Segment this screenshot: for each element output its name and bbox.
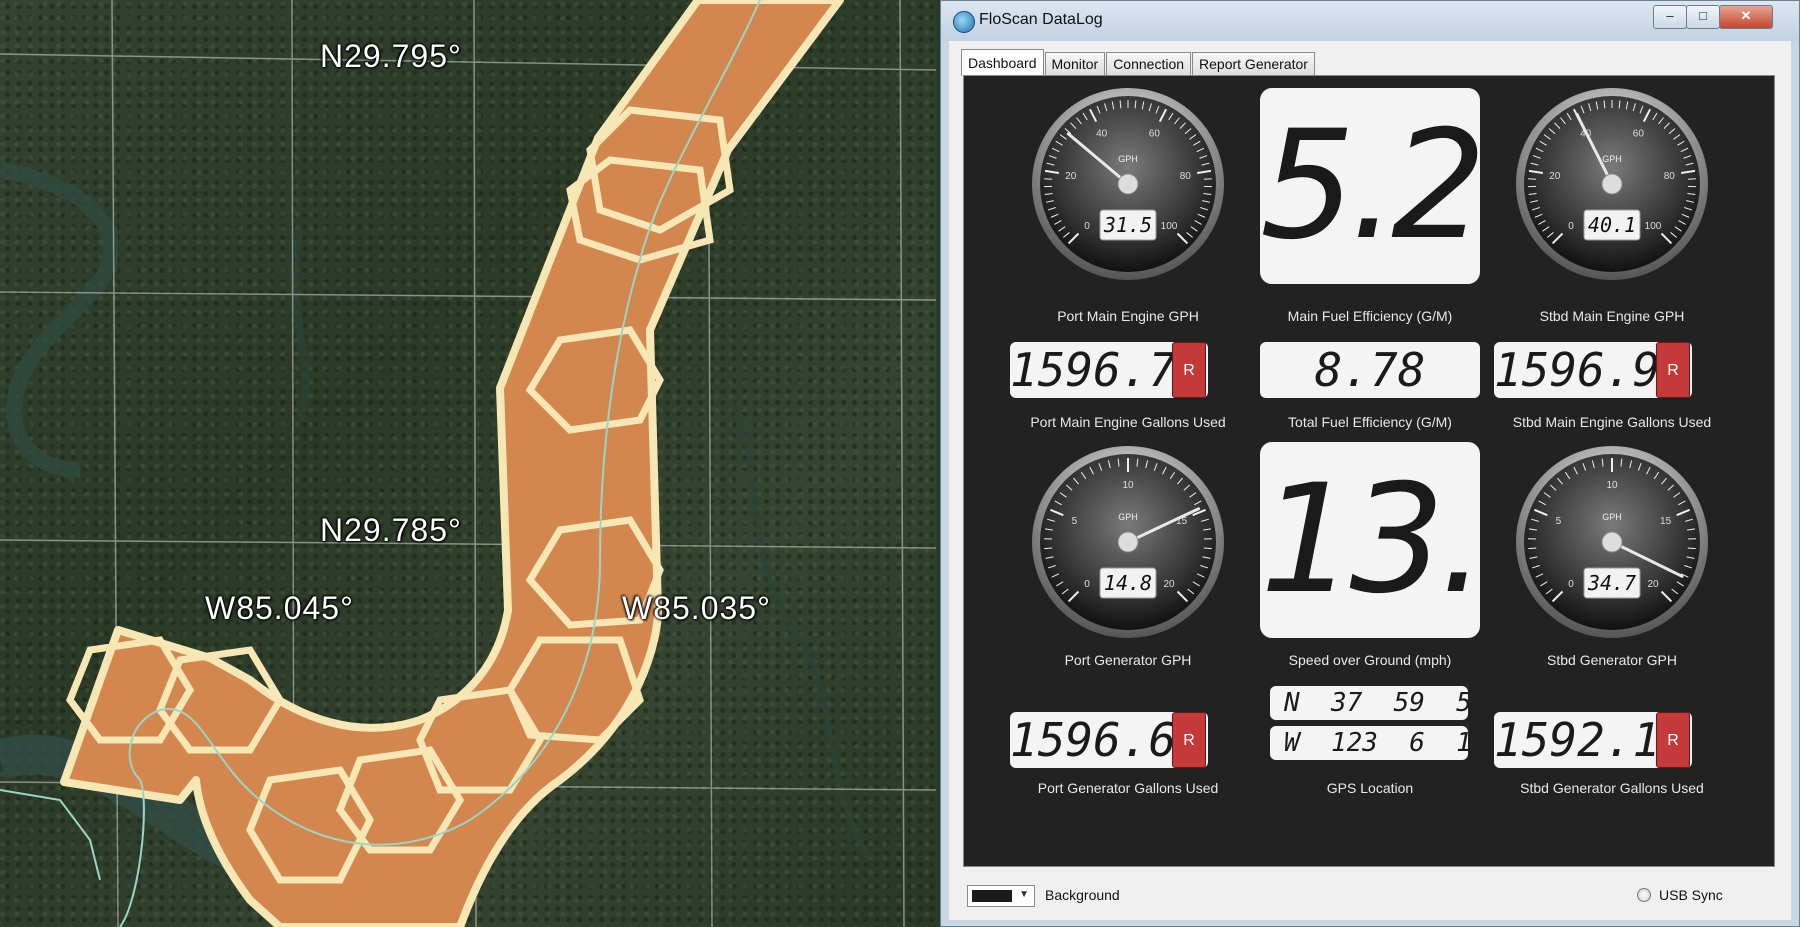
stbd-generator-gallons-label: Stbd Generator Gallons Used xyxy=(1520,780,1704,796)
gauge-unit-label: GPH xyxy=(1118,154,1138,164)
gauge-tick-label: 20 xyxy=(1647,579,1659,590)
background-label: Background xyxy=(1045,887,1120,903)
gauge-tick xyxy=(1044,547,1053,550)
gps-location-label: GPS Location xyxy=(1326,780,1414,796)
longitude-label-left: W85.045° xyxy=(205,590,354,626)
gauge-unit-label: GPH xyxy=(1118,512,1138,522)
gauge-tick-label: 20 xyxy=(1163,579,1175,590)
gauge-readout-value: 14.8 xyxy=(1104,571,1152,595)
stbd-main-engine-gauge: 020406080100GPH40.1 xyxy=(1516,88,1708,280)
gauge-tick xyxy=(1044,178,1053,180)
tab-dashboard[interactable]: Dashboard xyxy=(961,49,1044,76)
stbd-main-engine-gph-label: Stbd Main Engine GPH xyxy=(1539,308,1685,324)
gauge-tick xyxy=(1203,547,1212,550)
window-title: FloScan DataLog xyxy=(979,11,1103,28)
title-bar[interactable]: FloScan DataLog – □ ✕ xyxy=(941,1,1799,41)
gauge-tick-label: 0 xyxy=(1568,221,1574,232)
close-button[interactable]: ✕ xyxy=(1719,5,1773,29)
stbd-generator-gauge: 0 5 10 15 20 GPH 34.7 xyxy=(1516,446,1708,638)
map-view[interactable]: N29.795° N29.785° W85.045° W85.035° xyxy=(0,0,936,927)
gauge-tick-label: 20 xyxy=(1549,171,1561,182)
port-main-engine-gph-label: Port Main Engine GPH xyxy=(1057,308,1199,324)
port-main-gallons-label: Port Main Engine Gallons Used xyxy=(1030,414,1226,430)
gauge-tick-label: 10 xyxy=(1606,480,1618,491)
port-main-reset-button[interactable]: R xyxy=(1172,342,1206,398)
color-swatch xyxy=(972,890,1012,902)
gauge-hub xyxy=(1117,531,1139,553)
tab-bar: Dashboard Monitor Connection Report Gene… xyxy=(961,49,1316,76)
minimize-button[interactable]: – xyxy=(1653,5,1687,29)
usb-sync-radio[interactable] xyxy=(1637,888,1651,902)
gps-latitude-display: N 37 59 55 xyxy=(1270,686,1468,720)
gauge-tick-label: 5 xyxy=(1556,516,1562,527)
window-content: Dashboard Monitor Connection Report Gene… xyxy=(949,41,1791,920)
main-fuel-efficiency-label: Main Fuel Efficiency (G/M) xyxy=(1287,308,1453,324)
gauge-tick xyxy=(1528,178,1537,180)
speed-over-ground-display: 13.8 xyxy=(1260,442,1480,638)
gauge-tick xyxy=(1203,178,1212,180)
latitude-label-middle: N29.785° xyxy=(320,512,462,548)
gauge-tick-label: 0 xyxy=(1084,221,1090,232)
gauge-tick-label: 40 xyxy=(1096,128,1108,139)
tab-connection[interactable]: Connection xyxy=(1106,52,1192,75)
dashboard-panel: 020406080100GPH31.5 5.20 020406080100GPH… xyxy=(963,75,1775,867)
gauge-readout-value: 40.1 xyxy=(1588,213,1636,237)
latitude-label-top: N29.795° xyxy=(320,38,462,74)
gauge-hub xyxy=(1117,173,1139,195)
stbd-main-gallons-label: Stbd Main Engine Gallons Used xyxy=(1512,414,1712,430)
gauge-unit-label: GPH xyxy=(1602,154,1622,164)
gauge-tick-label: 100 xyxy=(1645,221,1662,232)
gauge-readout-value: 34.7 xyxy=(1587,571,1636,595)
gauge-tick-label: 60 xyxy=(1149,128,1161,139)
maximize-button[interactable]: □ xyxy=(1686,5,1720,29)
gauge-tick-label: 20 xyxy=(1065,171,1077,182)
gauge-tick-label: 60 xyxy=(1633,128,1645,139)
gauge-tick xyxy=(1687,547,1696,550)
gauge-readout-value: 31.5 xyxy=(1103,213,1152,237)
gauge-tick xyxy=(1528,547,1537,550)
gps-longitude-display: W 123 6 19 xyxy=(1270,726,1468,760)
map-overlay xyxy=(0,0,936,927)
gauge-tick-label: 5 xyxy=(1072,516,1078,527)
port-main-engine-gauge: 0 20 40 60 80 100 GPH 31.5 xyxy=(1032,88,1224,280)
gauge-tick-label: 10 xyxy=(1122,480,1134,491)
speed-over-ground-label: Speed over Ground (mph) xyxy=(1288,652,1452,668)
gauge-hub xyxy=(1601,173,1623,195)
port-generator-gallons-label: Port Generator Gallons Used xyxy=(1037,780,1219,796)
longitude-label-right: W85.035° xyxy=(622,590,771,626)
tab-monitor[interactable]: Monitor xyxy=(1044,52,1106,75)
gauge-tick-label: 100 xyxy=(1161,221,1178,232)
gauge-unit-label: GPH xyxy=(1602,512,1622,522)
usb-sync-label: USB Sync xyxy=(1659,887,1723,903)
floscan-window: FloScan DataLog – □ ✕ Dashboard Monitor … xyxy=(940,0,1800,927)
footer-bar: ▼ Background USB Sync xyxy=(963,877,1773,917)
gauge-hub xyxy=(1601,531,1623,553)
globe-icon xyxy=(953,11,975,33)
port-generator-gph-label: Port Generator GPH xyxy=(1064,652,1192,668)
background-color-dropdown[interactable]: ▼ xyxy=(967,885,1035,907)
stbd-main-reset-button[interactable]: R xyxy=(1656,342,1690,398)
chevron-down-icon: ▼ xyxy=(1019,889,1029,900)
main-fuel-efficiency-display: 5.20 xyxy=(1260,88,1480,284)
gauge-tick-label: 0 xyxy=(1568,579,1574,590)
tab-report-generator[interactable]: Report Generator xyxy=(1192,52,1315,75)
total-fuel-efficiency-label: Total Fuel Efficiency (G/M) xyxy=(1288,414,1452,430)
port-generator-gauge: 05101520GPH14.8 xyxy=(1032,446,1224,638)
gauge-tick-label: 15 xyxy=(1660,516,1672,527)
gauge-tick-label: 80 xyxy=(1664,171,1676,182)
stbd-generator-reset-button[interactable]: R xyxy=(1656,712,1690,768)
total-fuel-efficiency-display: 8.78 xyxy=(1260,342,1480,398)
gauge-tick xyxy=(1687,178,1696,180)
stbd-generator-gph-label: Stbd Generator GPH xyxy=(1547,652,1677,668)
gauge-tick-label: 0 xyxy=(1084,579,1090,590)
gauge-tick-label: 80 xyxy=(1180,171,1192,182)
port-generator-reset-button[interactable]: R xyxy=(1172,712,1206,768)
